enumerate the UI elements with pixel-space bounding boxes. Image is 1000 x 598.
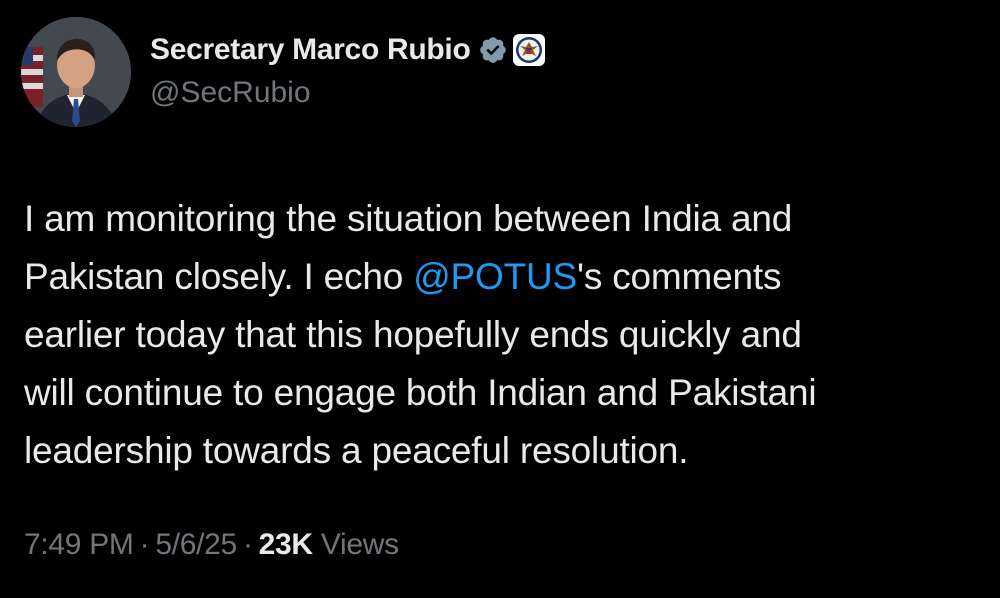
tweet-line-2: Pakistan closely. I echo @POTUS's commen… bbox=[24, 248, 974, 306]
tweet-text: I am monitoring the situation between In… bbox=[24, 190, 974, 480]
tweet-date[interactable]: 5/6/25 bbox=[155, 528, 237, 561]
tweet-text-segment: Pakistan closely. I echo bbox=[24, 256, 414, 297]
tweet-card: Secretary Marco Rubio @SecRubio I am mon… bbox=[0, 0, 1000, 598]
verified-badge-icon[interactable] bbox=[478, 35, 508, 65]
tweet-meta: 7:49 PM · 5/6/25 · 23K Views bbox=[24, 528, 399, 562]
tweet-text-segment: 's comments bbox=[577, 256, 782, 297]
separator-dot: · bbox=[242, 528, 253, 561]
tweet-line-1: I am monitoring the situation between In… bbox=[24, 198, 793, 239]
separator-dot: · bbox=[139, 528, 150, 561]
tweet-line-5: leadership towards a peaceful resolution… bbox=[24, 430, 689, 471]
views-count: 23K bbox=[258, 528, 313, 561]
state-department-seal-icon[interactable] bbox=[512, 33, 546, 67]
views-label: Views bbox=[320, 528, 399, 561]
author-name-row: Secretary Marco Rubio bbox=[150, 30, 546, 70]
mention-link-potus[interactable]: @POTUS bbox=[413, 256, 577, 297]
tweet-time[interactable]: 7:49 PM bbox=[24, 528, 134, 561]
tweet-line-3: earlier today that this hopefully ends q… bbox=[24, 314, 802, 355]
author-handle[interactable]: @SecRubio bbox=[150, 76, 311, 110]
author-display-name[interactable]: Secretary Marco Rubio bbox=[150, 33, 471, 67]
avatar[interactable] bbox=[21, 17, 131, 127]
tweet-line-4: will continue to engage both Indian and … bbox=[24, 372, 817, 413]
avatar-portrait-icon bbox=[21, 17, 131, 127]
